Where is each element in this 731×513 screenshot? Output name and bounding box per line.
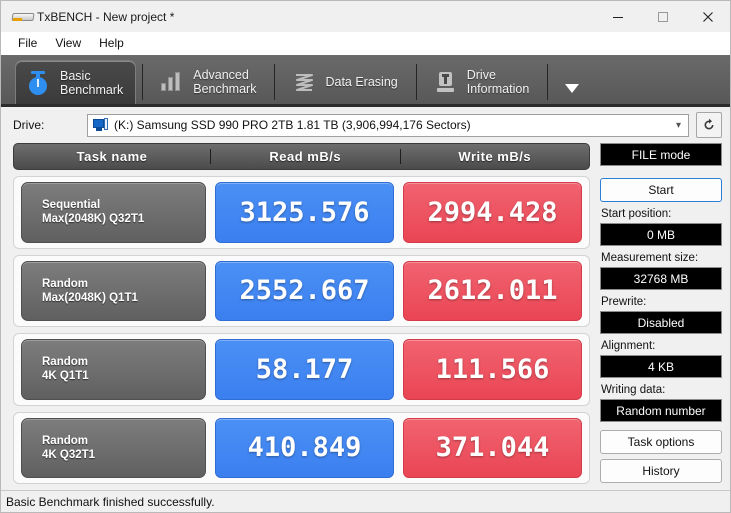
main-body: Task name Read mB/s Write mB/s Sequentia… xyxy=(1,143,730,490)
write-value: 111.566 xyxy=(403,339,582,400)
task-name-line2: Max(2048K) Q32T1 xyxy=(42,213,145,226)
table-row: Sequential Max(2048K) Q32T1 3125.576 299… xyxy=(13,176,590,249)
menu-item-help[interactable]: Help xyxy=(90,34,133,52)
title-bar: TxBENCH - New project * xyxy=(1,1,730,32)
alignment-value[interactable]: 4 KB xyxy=(600,355,722,378)
task-name-line2: Max(2048K) Q1T1 xyxy=(42,291,138,304)
prewrite-value[interactable]: Disabled xyxy=(600,311,722,334)
table-row: Random 4K Q32T1 410.849 371.044 xyxy=(13,411,590,484)
window-title: TxBENCH - New project * xyxy=(37,9,175,24)
chevron-down-icon: ▾ xyxy=(675,119,681,131)
tab-advanced-benchmark[interactable]: Advanced Benchmark xyxy=(149,60,268,104)
txbench-window: TxBENCH - New project * File View Help B… xyxy=(0,0,731,513)
status-message: Basic Benchmark finished successfully. xyxy=(6,494,215,509)
measurement-size-value[interactable]: 32768 MB xyxy=(600,267,722,290)
tab-label-basic-benchmark: Basic Benchmark xyxy=(60,68,124,97)
tab-separator xyxy=(547,64,549,100)
alignment-label: Alignment: xyxy=(601,340,656,352)
settings-panel: FILE mode Start Start position: 0 MB Mea… xyxy=(600,143,722,490)
task-name-cell[interactable]: Sequential Max(2048K) Q32T1 xyxy=(21,182,206,243)
drive-select[interactable]: (K:) Samsung SSD 990 PRO 2TB 1.81 TB (3,… xyxy=(87,113,689,137)
tab-data-erasing[interactable]: Data Erasing xyxy=(281,60,409,104)
tab-label-drive-information: Drive Information xyxy=(466,68,530,96)
task-name-line2: 4K Q32T1 xyxy=(42,448,96,461)
results-header-row: Task name Read mB/s Write mB/s xyxy=(13,143,590,170)
writing-data-value[interactable]: Random number xyxy=(600,399,722,422)
drive-select-value: (K:) Samsung SSD 990 PRO 2TB 1.81 TB (3,… xyxy=(114,118,471,132)
menu-bar: File View Help xyxy=(1,32,730,55)
measurement-size-label: Measurement size: xyxy=(601,252,699,264)
task-name-cell[interactable]: Random 4K Q32T1 xyxy=(21,417,206,478)
task-name-line1: Sequential xyxy=(42,199,101,212)
writing-data-label: Writing data: xyxy=(601,384,666,396)
bar-chart-icon xyxy=(159,69,185,95)
tab-label-data-erasing: Data Erasing xyxy=(325,75,398,89)
read-value: 2552.667 xyxy=(215,260,394,321)
task-name-line1: Random xyxy=(42,356,88,369)
tab-separator xyxy=(415,64,417,100)
write-value: 2994.428 xyxy=(403,182,582,243)
drive-info-icon xyxy=(433,69,459,95)
column-header-task-name: Task name xyxy=(76,149,148,164)
history-button[interactable]: History xyxy=(600,459,722,483)
task-name-line2: 4K Q1T1 xyxy=(42,370,89,383)
close-button[interactable] xyxy=(685,1,730,32)
window-controls xyxy=(595,1,730,32)
read-value: 3125.576 xyxy=(215,182,394,243)
file-mode-button[interactable]: FILE mode xyxy=(600,143,722,166)
status-bar: Basic Benchmark finished successfully. xyxy=(1,490,730,512)
task-name-cell[interactable]: Random Max(2048K) Q1T1 xyxy=(21,260,206,321)
tab-separator xyxy=(274,64,276,100)
column-header-read: Read mB/s xyxy=(210,149,400,164)
task-name-cell[interactable]: Random 4K Q1T1 xyxy=(21,339,206,400)
menu-item-file[interactable]: File xyxy=(9,34,46,52)
tab-drive-information[interactable]: Drive Information xyxy=(423,60,542,104)
task-options-button[interactable]: Task options xyxy=(600,430,722,454)
computer-drive-icon xyxy=(93,118,109,132)
start-button[interactable]: Start xyxy=(600,178,722,202)
app-drive-icon xyxy=(10,9,35,25)
drive-label: Drive: xyxy=(13,118,45,132)
tab-separator xyxy=(142,64,144,100)
tab-label-advanced-benchmark: Advanced Benchmark xyxy=(193,68,257,96)
task-name-line1: Random xyxy=(42,434,88,447)
column-header-write: Write mB/s xyxy=(399,149,590,164)
start-position-value[interactable]: 0 MB xyxy=(600,223,722,246)
read-value: 410.849 xyxy=(215,417,394,478)
read-value: 58.177 xyxy=(215,339,394,400)
refresh-drives-button[interactable] xyxy=(696,112,722,138)
write-value: 2612.011 xyxy=(403,260,582,321)
table-row: Random 4K Q1T1 58.177 111.566 xyxy=(13,333,590,406)
chevron-down-icon[interactable] xyxy=(562,78,582,98)
shredder-icon xyxy=(291,69,317,95)
minimize-button[interactable] xyxy=(595,1,640,32)
table-row: Random Max(2048K) Q1T1 2552.667 2612.011 xyxy=(13,254,590,327)
task-name-line1: Random xyxy=(42,277,88,290)
results-panel: Task name Read mB/s Write mB/s Sequentia… xyxy=(13,143,590,490)
prewrite-label: Prewrite: xyxy=(601,296,647,308)
tab-basic-benchmark[interactable]: Basic Benchmark xyxy=(15,60,137,104)
tab-strip: Basic Benchmark Advanced Benchmark Data … xyxy=(1,55,730,107)
drive-selection-row: Drive: (K:) Samsung SSD 990 PRO 2TB 1.81… xyxy=(1,107,730,143)
maximize-button[interactable] xyxy=(640,1,685,32)
start-position-label: Start position: xyxy=(601,208,672,220)
menu-item-view[interactable]: View xyxy=(46,34,90,52)
write-value: 371.044 xyxy=(403,417,582,478)
stopwatch-icon xyxy=(26,70,52,96)
